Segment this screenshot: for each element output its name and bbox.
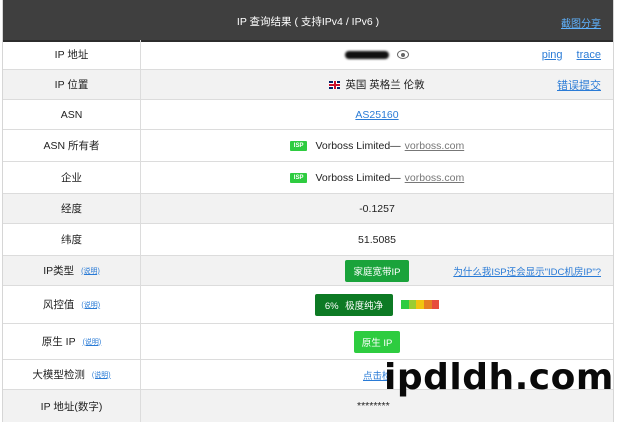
latitude-value: 51.5085	[358, 233, 396, 246]
eye-icon[interactable]	[397, 50, 409, 59]
row-asn-owner: ASN 所有者 ISP Vorboss Limited— vorboss.com	[3, 130, 613, 162]
ip-location-value: 英国 英格兰 伦敦	[345, 79, 425, 91]
ip-address-masked	[345, 50, 389, 59]
latitude-label: 纬度	[3, 224, 141, 255]
result-title: IP 查询结果 ( 支持IPv4 / IPv6 )	[236, 16, 380, 28]
isp-badge: ISP	[289, 140, 308, 151]
longitude-value: -0.1257	[359, 202, 395, 215]
ip-location-label: IP 位置	[3, 70, 141, 99]
screenshot-share-link[interactable]: 截图分享	[561, 15, 601, 30]
asn-owner-value: Vorboss Limited—	[315, 139, 401, 152]
ip-type-help-link[interactable]: (说明)	[81, 266, 100, 276]
asn-link[interactable]: AS25160	[355, 109, 398, 121]
risk-help-link[interactable]: (说明)	[81, 300, 100, 310]
company-domain-link[interactable]: vorboss.com	[405, 172, 465, 184]
row-ip-address: IP 地址 ping trace	[3, 40, 613, 70]
native-help-link[interactable]: (说明)	[83, 337, 102, 347]
risk-gauge-segment	[401, 300, 409, 309]
site-watermark: ipdldh.com	[384, 357, 614, 398]
row-native-ip: 原生 IP (说明) 原生 IP	[3, 324, 613, 360]
company-label: 企业	[3, 162, 141, 193]
risk-score-badge: 6% 极度纯净	[314, 293, 394, 316]
ip-type-badge: 家庭宽带IP	[344, 259, 410, 282]
asn-owner-domain-link[interactable]: vorboss.com	[405, 140, 465, 152]
row-ip-type: IP类型 (说明) 家庭宽带IP 为什么我ISP还会显示"IDC机房IP"?	[3, 256, 613, 286]
risk-gauge-segment	[408, 300, 417, 309]
row-risk-score: 风控值 (说明) 6% 极度纯净	[3, 286, 613, 324]
idc-explain-link[interactable]: 为什么我ISP还会显示"IDC机房IP"?	[453, 264, 601, 278]
native-ip-badge: 原生 IP	[353, 330, 401, 353]
isp-badge: ISP	[289, 172, 308, 183]
llm-detection-label: 大模型检测	[32, 369, 85, 381]
native-ip-label: 原生 IP	[41, 336, 76, 348]
asn-owner-label: ASN 所有者	[3, 130, 141, 161]
ip-numeric-label: IP 地址(数字)	[3, 390, 141, 422]
uk-flag-icon	[329, 80, 341, 89]
ip-type-label: IP类型	[43, 265, 75, 277]
risk-gauge	[401, 300, 440, 309]
row-longitude: 经度 -0.1257	[3, 194, 613, 224]
trace-link[interactable]: trace	[577, 49, 601, 61]
risk-score-label: 风控值	[42, 299, 75, 311]
report-error-link[interactable]: 错误提交	[557, 77, 601, 93]
result-header: IP 查询结果 ( 支持IPv4 / IPv6 ) 截图分享	[3, 0, 613, 42]
row-asn: ASN AS25160	[3, 100, 613, 130]
longitude-label: 经度	[3, 194, 141, 223]
row-ip-location: IP 位置 英国 英格兰 伦敦 错误提交	[3, 70, 613, 100]
risk-gauge-segment	[416, 300, 424, 309]
company-value: Vorboss Limited—	[315, 171, 401, 184]
ip-address-label: IP 地址	[3, 40, 141, 69]
ping-link[interactable]: ping	[542, 49, 563, 61]
llm-help-link[interactable]: (说明)	[92, 370, 111, 380]
risk-gauge-segment	[423, 300, 432, 309]
risk-gauge-segment	[431, 300, 440, 309]
asn-label: ASN	[3, 100, 141, 129]
row-company: 企业 ISP Vorboss Limited— vorboss.com	[3, 162, 613, 194]
row-latitude: 纬度 51.5085	[3, 224, 613, 256]
